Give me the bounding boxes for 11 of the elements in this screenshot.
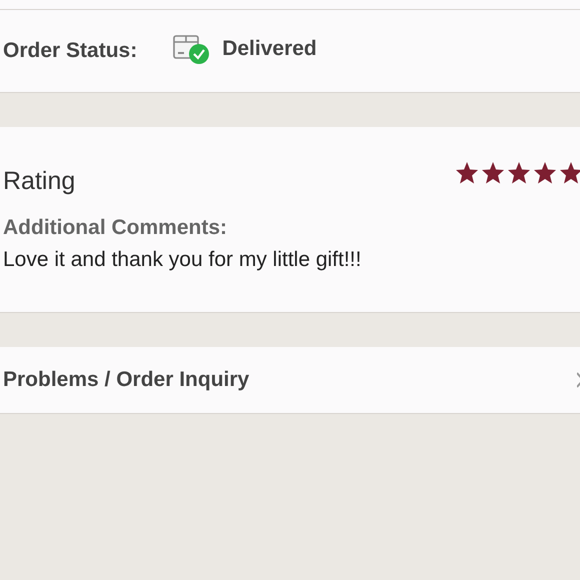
order-status-value: Delivered (222, 37, 317, 61)
star-icon (455, 161, 479, 185)
problems-link[interactable]: Problems / Order Inquiry (0, 347, 580, 414)
order-status-label: Order Status: (3, 39, 138, 63)
rating-title: Rating (3, 167, 76, 196)
star-icon (507, 161, 531, 185)
star-icon (559, 161, 580, 185)
star-icon (533, 161, 557, 185)
star-icon (481, 161, 505, 185)
comments-text: Love it and thank you for my little gift!!! (3, 248, 362, 272)
comments-label: Additional Comments: (3, 216, 228, 240)
